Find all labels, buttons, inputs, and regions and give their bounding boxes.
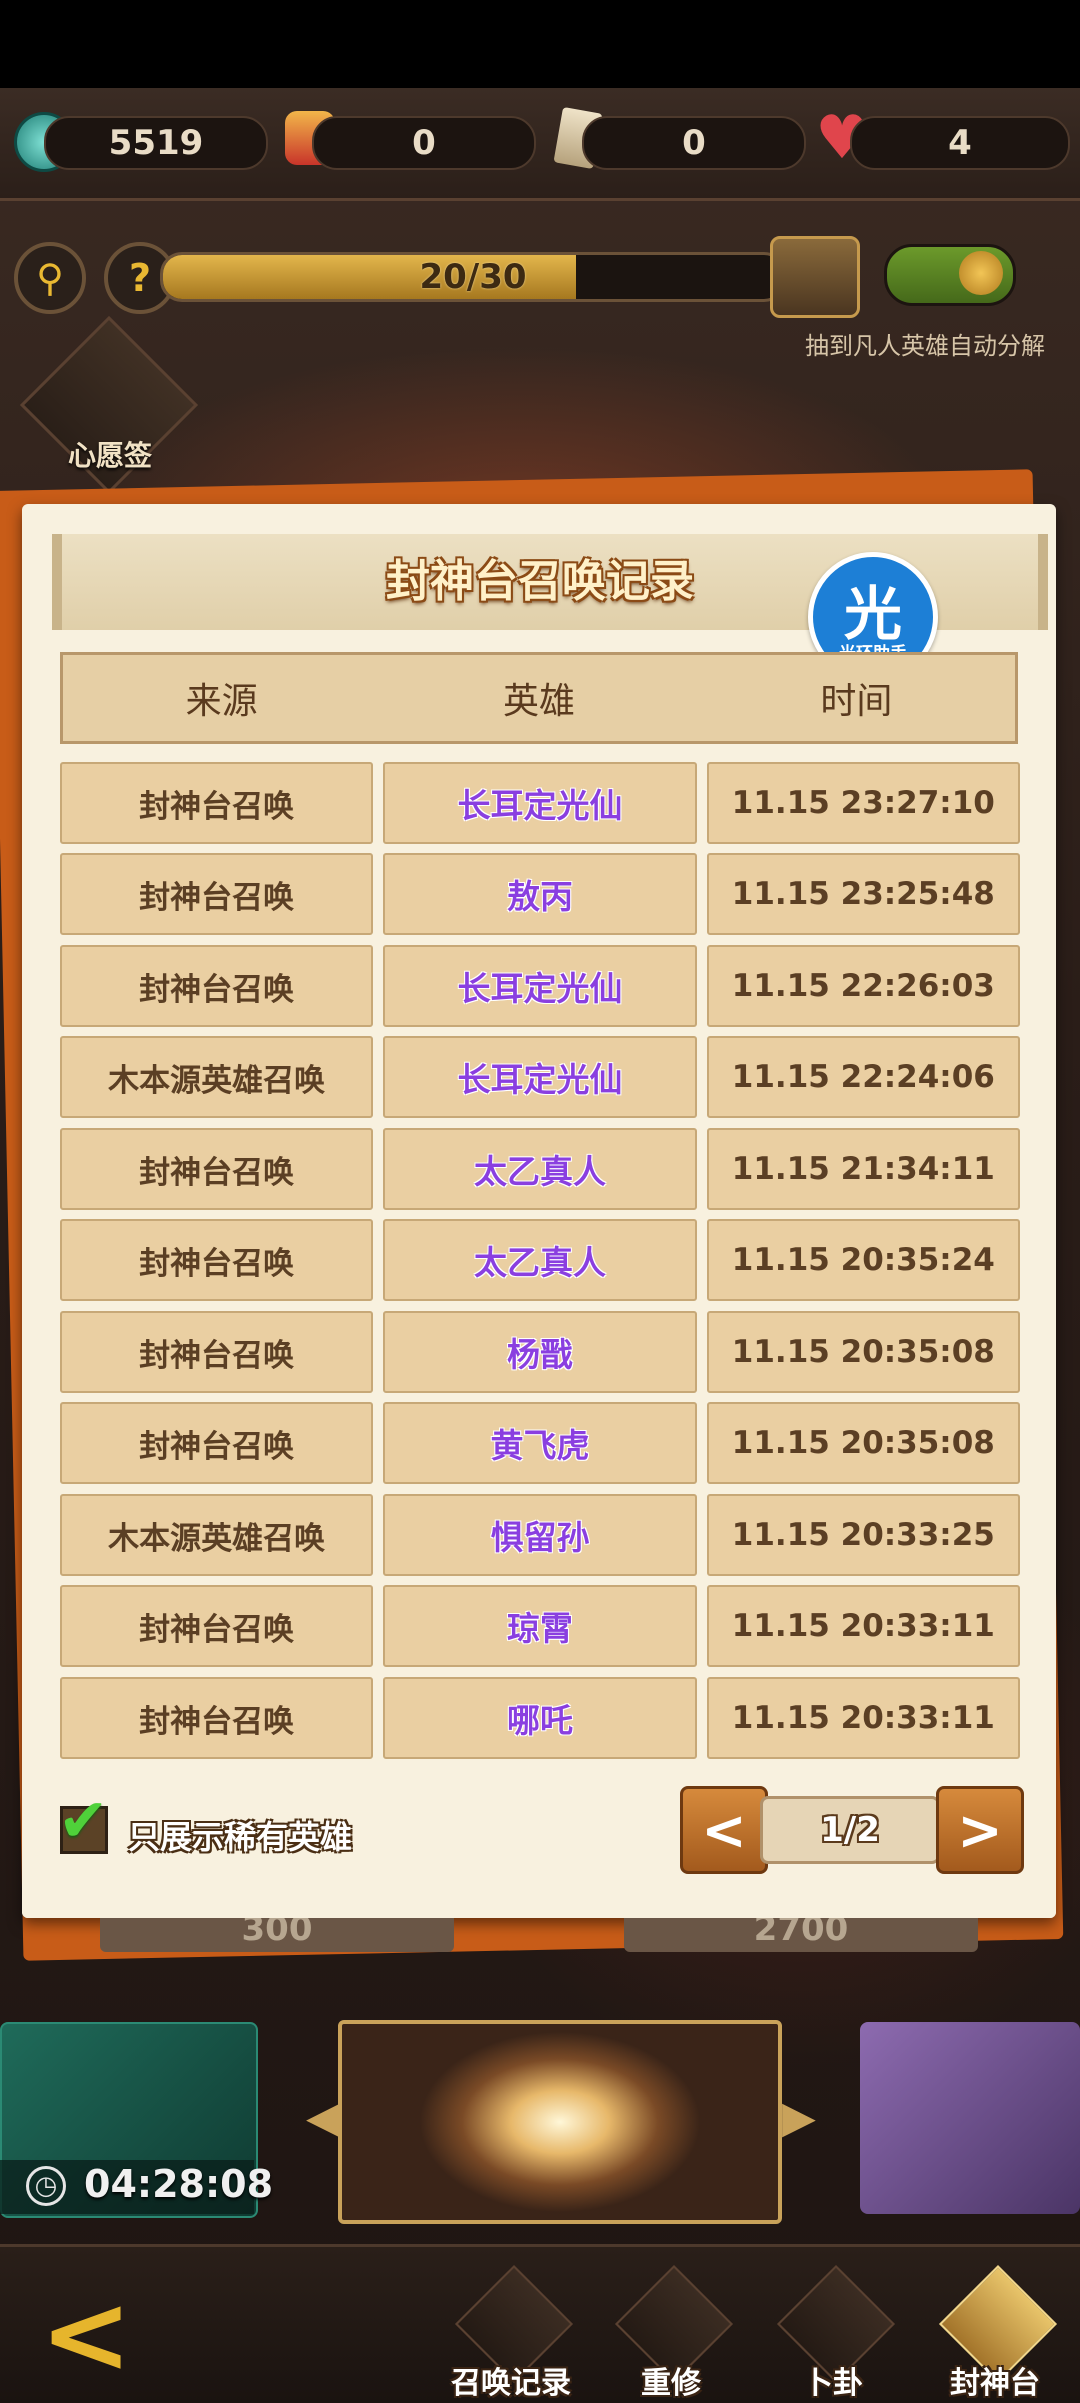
row-source: 封神台召唤 — [60, 945, 374, 1027]
prev-page-button[interactable]: < — [680, 1786, 768, 1874]
row-source: 封神台召唤 — [60, 1128, 374, 1210]
table-row: 封神台召唤 长耳定光仙 11.15 22:26:03 — [60, 945, 1020, 1027]
nav-summon-record-label: 召唤记录 — [451, 2366, 571, 2401]
event-card-right[interactable] — [860, 2022, 1080, 2214]
table-row: 封神台召唤 琼霄 11.15 20:33:11 — [60, 1585, 1020, 1667]
heart-amount: 4 — [948, 123, 972, 163]
table-row: 封神台召唤 长耳定光仙 11.15 23:27:10 — [60, 762, 1020, 844]
jade-coin-amount: 5519 — [108, 123, 204, 163]
nav-summon-record[interactable]: 召唤记录 — [446, 2264, 576, 2401]
row-time: 11.15 21:34:11 — [706, 1128, 1020, 1210]
row-source: 封神台召唤 — [60, 1311, 374, 1393]
next-page-button[interactable]: > — [936, 1786, 1024, 1874]
row-source: 木本源英雄召唤 — [60, 1494, 374, 1576]
row-time: 11.15 23:27:10 — [706, 762, 1020, 844]
row-hero: 哪吒 — [383, 1677, 697, 1759]
table-row: 封神台召唤 杨戬 11.15 20:35:08 — [60, 1311, 1020, 1393]
wish-tag-label[interactable]: 心愿签 — [40, 434, 180, 474]
row-source: 封神台召唤 — [60, 1677, 374, 1759]
lucky-cat-amount: 0 — [412, 123, 436, 163]
row-time: 11.15 20:33:11 — [706, 1585, 1020, 1667]
row-hero: 长耳定光仙 — [383, 945, 697, 1027]
row-time: 11.15 22:26:03 — [706, 945, 1020, 1027]
row-source: 封神台召唤 — [60, 1402, 374, 1484]
column-header-source: 来源 — [185, 681, 258, 722]
question-icon: ? — [128, 256, 152, 300]
carousel-right-icon[interactable]: ▶ — [782, 2092, 816, 2143]
scroll-ticket-amount: 0 — [682, 123, 706, 163]
summon-progress-bar: 20/30 — [160, 252, 786, 302]
nav-fengshen-platform[interactable]: 封神台 — [930, 2264, 1060, 2401]
search-icon: ⚲ — [36, 256, 64, 300]
row-hero: 太乙真人 — [383, 1128, 697, 1210]
dialog-bottom-edge — [22, 1880, 1056, 1918]
row-hero: 长耳定光仙 — [383, 762, 697, 844]
row-source: 封神台召唤 — [60, 1219, 374, 1301]
rare-only-label[interactable]: 只展示稀有英雄 — [128, 1812, 352, 1858]
nav-rebuild[interactable]: 重修 — [606, 2264, 736, 2401]
row-hero: 惧留孙 — [383, 1494, 697, 1576]
heart-value: 4 — [850, 116, 1070, 170]
row-hero: 黄飞虎 — [383, 1402, 697, 1484]
carousel-left-icon[interactable]: ◀ — [306, 2092, 340, 2143]
back-arrow-icon[interactable]: < — [40, 2270, 132, 2398]
row-time: 11.15 23:25:48 — [706, 853, 1020, 935]
auto-decompose-toggle[interactable] — [884, 244, 1016, 306]
nav-divination-label: 卜卦 — [803, 2366, 863, 2401]
table-row: 封神台召唤 太乙真人 11.15 21:34:11 — [60, 1128, 1020, 1210]
row-hero: 杨戬 — [383, 1311, 697, 1393]
event-timer-text: 04:28:08 — [84, 2162, 274, 2206]
checkmark-icon: ✔ — [58, 1786, 109, 1856]
page-indicator-text: 1/2 — [820, 1810, 880, 1850]
toggle-knob — [959, 251, 1003, 295]
row-hero: 敖丙 — [383, 853, 697, 935]
lucky-cat-value: 0 — [312, 116, 536, 170]
row-hero: 长耳定光仙 — [383, 1036, 697, 1118]
row-source: 封神台召唤 — [60, 853, 374, 935]
chevron-right-icon: > — [957, 1798, 1003, 1862]
row-source: 封神台召唤 — [60, 1585, 374, 1667]
scroll-ticket-value: 0 — [582, 116, 806, 170]
nav-fengshen-platform-label: 封神台 — [950, 2366, 1040, 2401]
table-row: 封神台召唤 哪吒 11.15 20:33:11 — [60, 1677, 1020, 1759]
row-hero: 太乙真人 — [383, 1219, 697, 1301]
table-row: 封神台召唤 黄飞虎 11.15 20:35:08 — [60, 1402, 1020, 1484]
row-time: 11.15 20:35:08 — [706, 1402, 1020, 1484]
nav-rebuild-label: 重修 — [641, 2366, 701, 2401]
column-header-time: 时间 — [820, 681, 893, 722]
row-source: 封神台召唤 — [60, 762, 374, 844]
summon-portal-card[interactable] — [338, 2020, 782, 2224]
chevron-left-icon: < — [701, 1798, 747, 1862]
table-row: 封神台召唤 敖丙 11.15 23:25:48 — [60, 853, 1020, 935]
row-time: 11.15 20:33:25 — [706, 1494, 1020, 1576]
table-row: 木本源英雄召唤 长耳定光仙 11.15 22:24:06 — [60, 1036, 1020, 1118]
nav-divination[interactable]: 卜卦 — [768, 2264, 898, 2401]
jade-coin-value: 5519 — [44, 116, 268, 170]
auto-decompose-label: 抽到凡人英雄自动分解 — [805, 332, 1045, 360]
search-button[interactable]: ⚲ — [14, 242, 86, 314]
row-hero: 琼霄 — [383, 1585, 697, 1667]
row-time: 11.15 20:33:11 — [706, 1677, 1020, 1759]
treasure-chest-icon[interactable] — [770, 236, 860, 318]
row-time: 11.15 22:24:06 — [706, 1036, 1020, 1118]
column-header-hero: 英雄 — [502, 681, 575, 722]
row-source: 木本源英雄召唤 — [60, 1036, 374, 1118]
row-time: 11.15 20:35:08 — [706, 1311, 1020, 1393]
table-row: 木本源英雄召唤 惧留孙 11.15 20:33:25 — [60, 1494, 1020, 1576]
clock-icon: ◷ — [26, 2166, 66, 2206]
summon-progress-text: 20/30 — [419, 257, 527, 297]
row-time: 11.15 20:35:24 — [706, 1219, 1020, 1301]
table-row: 封神台召唤 太乙真人 11.15 20:35:24 — [60, 1219, 1020, 1301]
table-header: 来源 英雄 时间 — [60, 652, 1018, 744]
